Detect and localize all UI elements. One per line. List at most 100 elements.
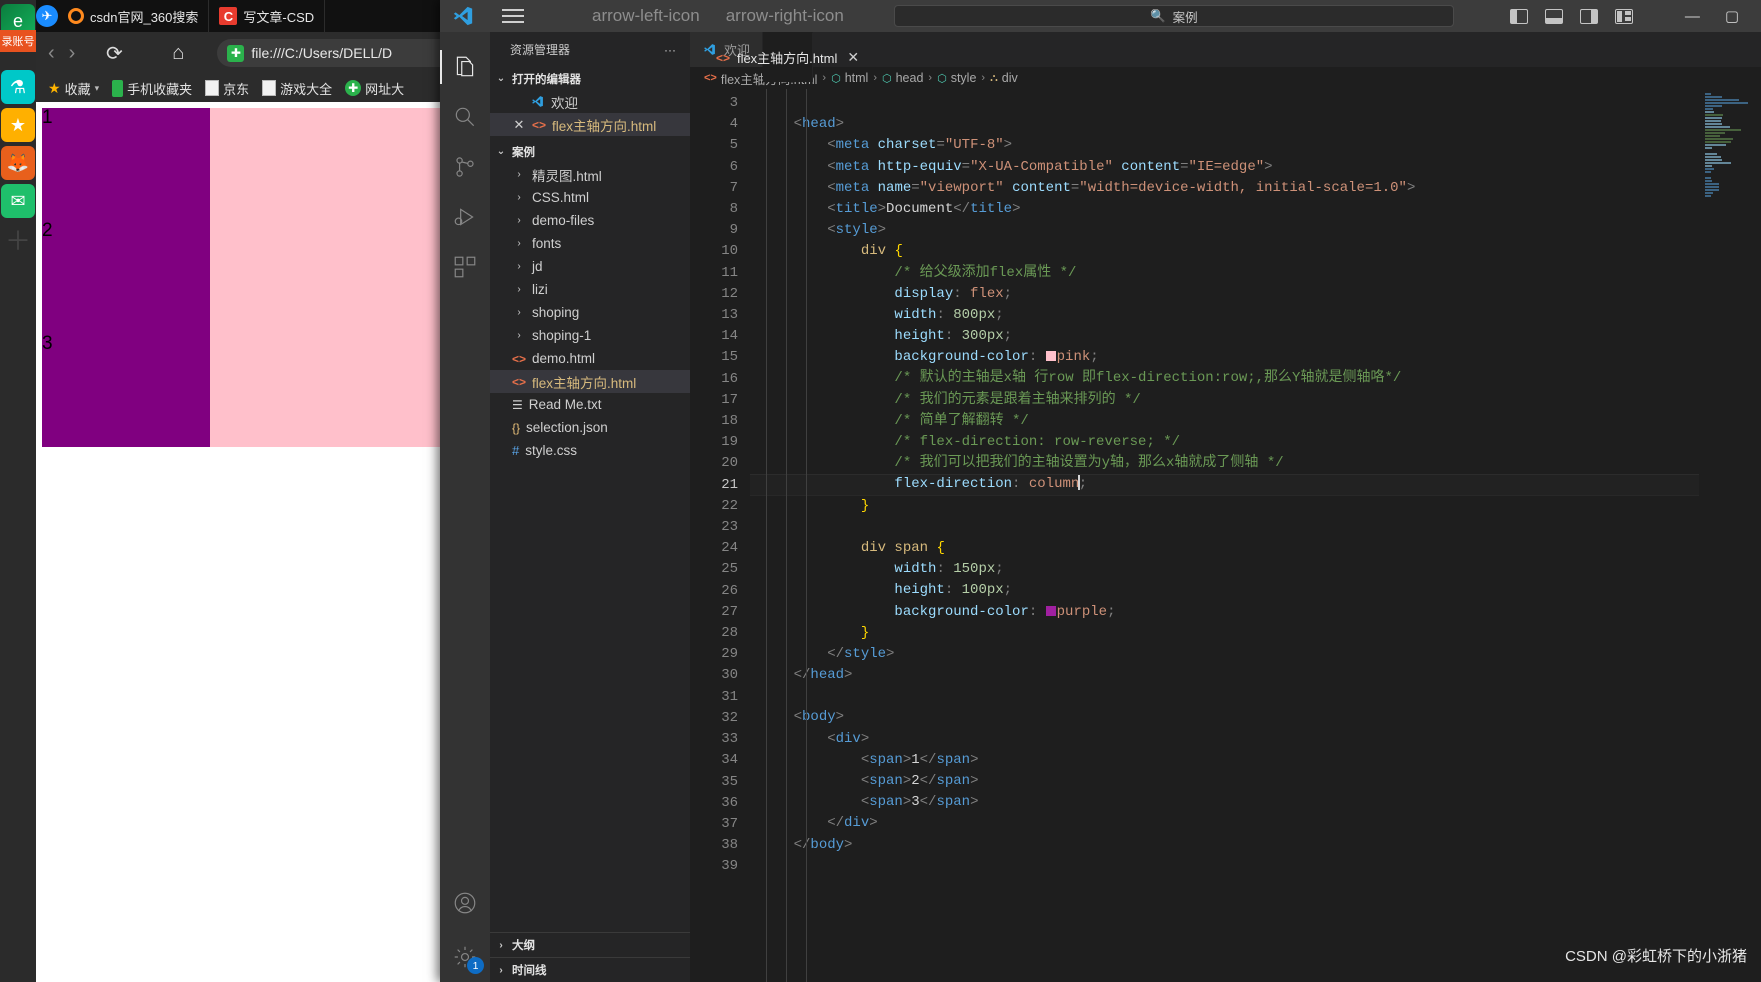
file-tree-item[interactable]: › CSS.html [490, 186, 690, 209]
bookmark-item[interactable]: 游戏大全 [258, 79, 336, 98]
code-line[interactable]: width: 150px; [750, 559, 1761, 580]
code-line[interactable]: height: 100px; [750, 580, 1761, 601]
code-line[interactable]: <span>1</span> [750, 750, 1761, 771]
breadcrumb-item[interactable]: ⬡ html [831, 71, 868, 85]
code-editor[interactable]: 3 4 5 6 7 8 9 10 11 12 13 14 15 16 17 18 19 20 21 22 23 24 25 2… [690, 89, 1761, 982]
code-line[interactable] [750, 686, 1761, 707]
bookmark-item[interactable]: ✚ 网址大 [341, 79, 408, 98]
code-line[interactable]: </head> [750, 665, 1761, 686]
code-line[interactable]: background-color: pink; [750, 347, 1761, 368]
code-line[interactable]: display: flex; [750, 284, 1761, 305]
file-tree-item[interactable]: › shoping [490, 301, 690, 324]
folder-section[interactable]: ⌄ 案例 [490, 140, 690, 163]
code-line[interactable]: <head> [750, 114, 1761, 135]
code-line[interactable]: /* 给父级添加flex属性 */ [750, 263, 1761, 284]
open-editor-flex[interactable]: ✕ <> flex主轴方向.html [490, 113, 690, 136]
file-tree-item[interactable]: ☰ Read Me.txt [490, 393, 690, 416]
panel-bottom-icon[interactable] [1544, 8, 1563, 24]
file-tree-item[interactable]: › lizi [490, 278, 690, 301]
activity-run-debug[interactable] [440, 192, 490, 242]
close-icon[interactable]: ✕ [512, 117, 526, 133]
code-line[interactable]: </div> [750, 813, 1761, 834]
code-line[interactable]: <meta http-equiv="X-UA-Compatible" conte… [750, 157, 1761, 178]
code-line[interactable]: /* 我们可以把我们的主轴设置为y轴，那么x轴就成了侧轴 */ [750, 453, 1761, 474]
activity-explorer[interactable] [440, 42, 490, 92]
code-line[interactable]: height: 300px; [750, 326, 1761, 347]
close-icon[interactable]: ✕ [847, 49, 859, 66]
outline-panel[interactable]: › 大纲 [490, 932, 690, 957]
fox-icon[interactable]: 🦊 [1, 146, 35, 180]
breadcrumb-item[interactable]: ⬡ style [937, 71, 976, 85]
code-line[interactable]: <span>2</span> [750, 771, 1761, 792]
file-tree-item[interactable]: # style.css [490, 439, 690, 462]
code-line[interactable] [750, 93, 1761, 114]
code-line[interactable]: /* 默认的主轴是x轴 行row 即flex-direction:row;,那么… [750, 368, 1761, 389]
code-line[interactable]: </body> [750, 835, 1761, 856]
code-line[interactable]: <meta name="viewport" content="width=dev… [750, 178, 1761, 199]
arrow-left-icon[interactable]: arrow-left-icon [592, 6, 700, 26]
home-icon[interactable]: ⌂ [153, 28, 203, 78]
open-editor-welcome[interactable]: 欢迎 [490, 90, 690, 113]
browser-tab[interactable]: C 写文章-CSD [209, 0, 326, 32]
back-icon[interactable]: ‹ [48, 42, 55, 65]
code-line[interactable]: background-color: purple; [750, 602, 1761, 623]
maximize-button[interactable]: ▢ [1721, 7, 1743, 25]
code-line[interactable]: </style> [750, 644, 1761, 665]
code-line[interactable]: div span { [750, 538, 1761, 559]
code-line[interactable]: /* flex-direction: row-reverse; */ [750, 432, 1761, 453]
bookmark-favorites[interactable]: ★ 收藏 ▾ [44, 79, 103, 98]
breadcrumb-item[interactable]: ⬡ head [882, 71, 923, 85]
add-icon[interactable]: ＋ [1, 222, 35, 256]
code-line[interactable]: flex-direction: column; [750, 474, 1761, 496]
file-tree-item[interactable]: <> flex主轴方向.html [490, 370, 690, 393]
code-line[interactable]: /* 简单了解翻转 */ [750, 411, 1761, 432]
file-tree-item[interactable]: <> demo.html [490, 347, 690, 370]
code-line[interactable]: } [750, 496, 1761, 517]
file-tree-item[interactable]: › 精灵图.html [490, 163, 690, 186]
reload-icon[interactable]: ⟳ [89, 28, 139, 78]
file-tree-item[interactable]: › fonts [490, 232, 690, 255]
editor-tab-flex[interactable]: <> flex主轴方向.html ✕ [716, 32, 859, 82]
minimize-button[interactable]: — [1681, 8, 1704, 25]
code-line[interactable]: <title>Document</title> [750, 199, 1761, 220]
code-line[interactable]: /* 我们的元素是跟着主轴来排列的 */ [750, 390, 1761, 411]
forward-icon[interactable]: › [69, 42, 76, 65]
ellipsis-icon[interactable]: ··· [664, 43, 676, 57]
arrow-right-icon[interactable]: arrow-right-icon [726, 6, 844, 26]
breadcrumb-item[interactable]: ⛬ div [990, 71, 1018, 85]
activity-source-control[interactable] [440, 142, 490, 192]
lab-icon[interactable]: ⚗ [1, 70, 35, 104]
code-line[interactable] [750, 517, 1761, 538]
activity-accounts[interactable] [440, 882, 490, 932]
panel-right-icon[interactable] [1579, 8, 1598, 24]
star-icon[interactable]: ★ [1, 108, 35, 142]
code-line[interactable]: <div> [750, 729, 1761, 750]
timeline-panel[interactable]: › 时间线 [490, 957, 690, 982]
activity-settings[interactable]: 1 [440, 932, 490, 982]
file-tree-item[interactable]: › demo-files [490, 209, 690, 232]
file-tree-item[interactable]: › shoping-1 [490, 324, 690, 347]
bookmark-item[interactable]: 手机收藏夹 [108, 79, 196, 98]
bookmark-item[interactable]: 京东 [201, 79, 253, 98]
mail-icon[interactable]: ✉ [1, 184, 35, 218]
code-content[interactable]: <head> <meta charset="UTF-8"> <meta http… [750, 89, 1761, 982]
activity-extensions[interactable] [440, 242, 490, 292]
code-line[interactable] [750, 856, 1761, 877]
file-tree-item[interactable]: › jd [490, 255, 690, 278]
minimap[interactable] [1699, 89, 1761, 982]
code-line[interactable]: div { [750, 241, 1761, 262]
command-search-box[interactable]: 🔍 案例 [893, 5, 1454, 27]
customize-layout-icon[interactable] [1614, 8, 1633, 24]
open-editors-section[interactable]: ⌄ 打开的编辑器 [490, 67, 690, 90]
code-line[interactable]: <meta charset="UTF-8"> [750, 135, 1761, 156]
activity-search[interactable] [440, 92, 490, 142]
chevron-down-icon[interactable]: ▾ [95, 83, 100, 94]
code-line[interactable]: <span>3</span> [750, 792, 1761, 813]
code-line[interactable]: <style> [750, 220, 1761, 241]
login-badge[interactable]: 录账号 [0, 30, 36, 52]
code-line[interactable]: <body> [750, 707, 1761, 728]
code-line[interactable]: width: 800px; [750, 305, 1761, 326]
hamburger-icon[interactable] [502, 9, 524, 23]
panel-left-icon[interactable] [1509, 8, 1528, 24]
code-line[interactable]: } [750, 623, 1761, 644]
